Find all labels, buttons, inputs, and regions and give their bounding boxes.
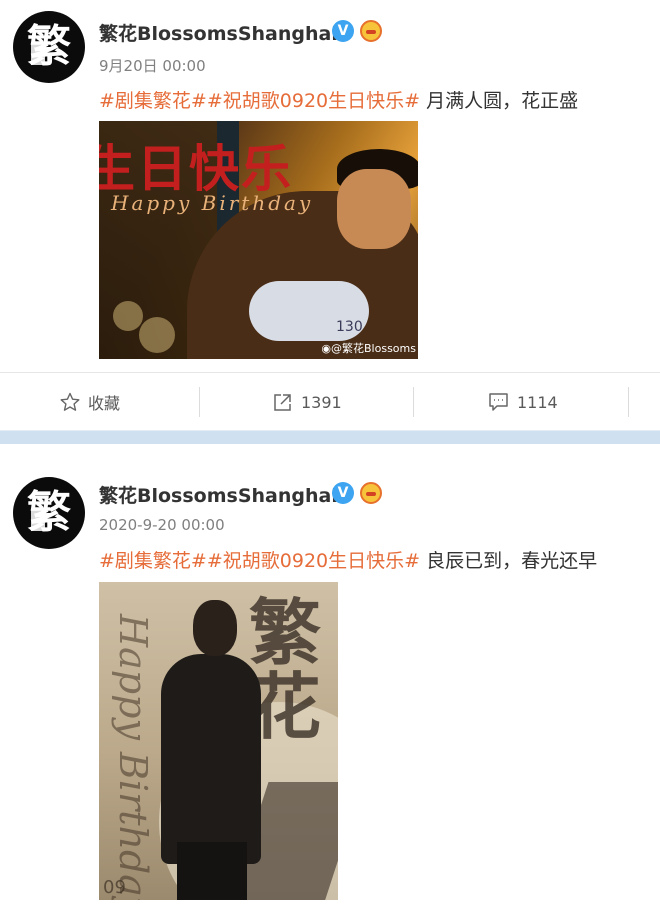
post-action-bar: 收藏 1391 1114 [0,372,660,431]
avatar-mark [31,509,45,531]
comment-count: 1114 [517,392,558,412]
post-separator [0,430,660,444]
star-icon [60,392,80,411]
image-watermark: ◉@繁花Blossoms [321,342,416,355]
author-avatar[interactable]: 繁 [13,11,85,83]
favorite-label: 收藏 [88,394,121,413]
post-time[interactable]: 9月20日 00:00 [99,55,206,76]
share-icon [274,393,291,411]
avatar-mark [31,43,45,65]
action-divider [413,387,414,417]
action-divider [199,387,200,417]
image-script-text: Happy Birthday [111,614,155,900]
weibo-logo-icon: ◉ [321,342,332,355]
weibo-post-1: 繁 繁花BlossomsShanghai V 9月20日 00:00 #剧集繁花… [0,0,660,430]
image-corner-text: 09 [103,877,126,898]
hashtag-link[interactable]: #祝胡歌0920生日快乐# [207,550,420,572]
avatar-glyph: 繁 [27,21,71,72]
hashtag-link[interactable]: #剧集繁花# [99,550,207,572]
repost-count: 1391 [301,392,342,412]
post-time[interactable]: 2020-9-20 00:00 [99,516,225,534]
author-name[interactable]: 繁花BlossomsShanghai [99,19,338,46]
hashtag-link[interactable]: #剧集繁花# [99,90,207,112]
image-script-text: Happy Birthday [111,191,314,215]
post-image[interactable]: 生日快乐 Happy Birthday 130 ◉@繁花Blossoms [99,121,418,359]
post-text: #剧集繁花##祝胡歌0920生日快乐# 月满人圆，花正盛 [99,86,578,113]
post-body: 月满人圆，花正盛 [420,90,579,112]
image-figure [161,654,261,864]
post-text: #剧集繁花##祝胡歌0920生日快乐# 良辰已到，春光还早 [99,546,597,573]
comment-icon [489,393,508,411]
post-image[interactable]: 繁 花 Happy Birthday 09 [99,582,338,900]
verified-icon: V [332,482,354,504]
post-body: 良辰已到，春光还早 [420,550,598,572]
repost-button[interactable]: 1391 [272,373,342,431]
avatar-glyph: 繁 [27,487,71,538]
action-divider [628,387,629,417]
image-number: 130 [336,319,363,335]
verified-icon: V [332,20,354,42]
author-name[interactable]: 繁花BlossomsShanghai [99,481,338,508]
hashtag-link[interactable]: #祝胡歌0920生日快乐# [207,90,420,112]
author-avatar[interactable]: 繁 [13,477,85,549]
vip-icon [360,482,382,504]
comment-button[interactable]: 1114 [488,373,558,431]
vip-icon [360,20,382,42]
favorite-button[interactable]: 收藏 [60,373,120,431]
